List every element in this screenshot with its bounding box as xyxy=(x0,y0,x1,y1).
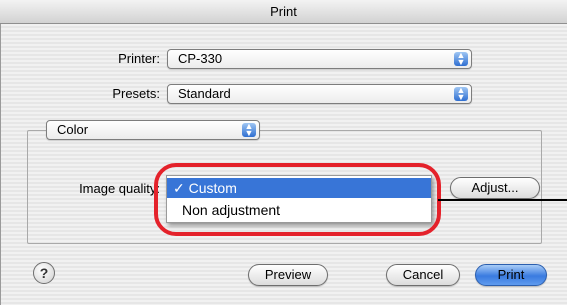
presets-label: Presets: xyxy=(112,86,160,101)
highlight-annotation xyxy=(154,163,441,236)
popup-arrows-icon: ▲ ▼ xyxy=(454,86,468,102)
presets-value: Standard xyxy=(178,86,231,101)
callout-line xyxy=(438,199,567,201)
popup-arrows-icon: ▲ ▼ xyxy=(454,51,468,67)
presets-popup[interactable]: Standard ▲ ▼ xyxy=(167,84,472,104)
cancel-button[interactable]: Cancel xyxy=(386,264,460,286)
preview-button[interactable]: Preview xyxy=(248,264,328,286)
window-titlebar: Print xyxy=(0,0,567,24)
printer-label: Printer: xyxy=(118,51,160,66)
panel-value: Color xyxy=(57,122,89,137)
adjust-button[interactable]: Adjust... xyxy=(450,177,540,199)
image-quality-label: Image quality: xyxy=(79,181,160,196)
printer-popup[interactable]: CP-330 ▲ ▼ xyxy=(167,49,472,69)
printer-value: CP-330 xyxy=(178,51,223,66)
panel-popup[interactable]: Color ▲ ▼ xyxy=(46,120,260,140)
window-title: Print xyxy=(270,4,297,19)
popup-arrows-icon: ▲ ▼ xyxy=(242,122,256,138)
print-button[interactable]: Print xyxy=(475,264,547,286)
help-button[interactable]: ? xyxy=(33,262,55,284)
